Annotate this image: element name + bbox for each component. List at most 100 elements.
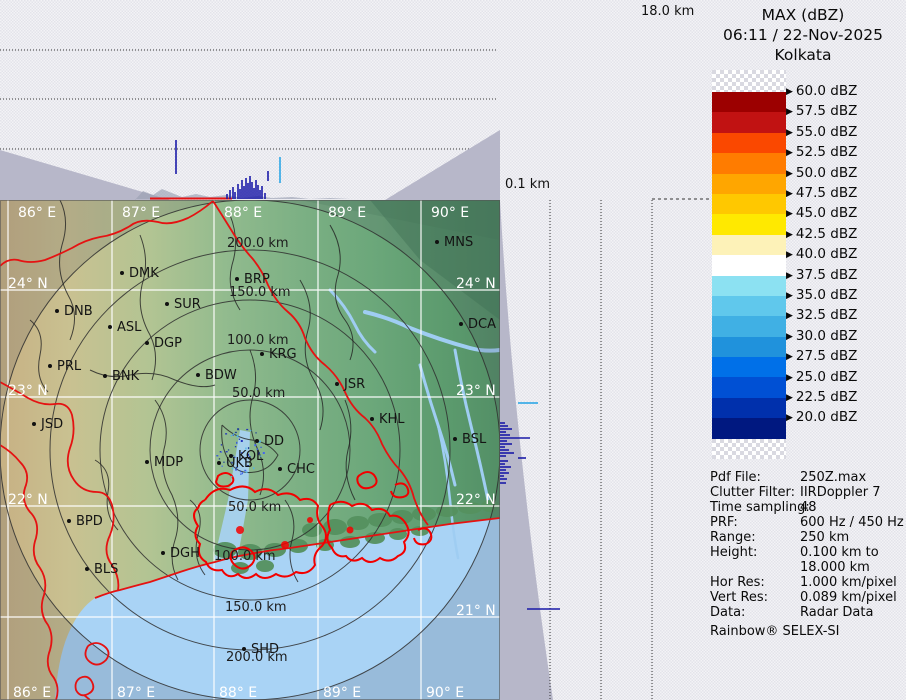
island: [389, 528, 407, 540]
station-label: KRG: [269, 347, 297, 362]
station-label: BDW: [205, 368, 237, 383]
station-label: DD: [264, 434, 284, 449]
range-ring-label: 100.0 km: [227, 333, 289, 348]
station-label: SHD: [251, 642, 279, 657]
legend-tick-arrow-icon: ▶: [786, 373, 793, 383]
station-marker: [145, 341, 149, 345]
station-marker: [165, 302, 169, 306]
legend-threshold-label: ▶22.5 dBZ: [786, 389, 906, 407]
station-marker: [85, 567, 89, 571]
meridian-label-bottom: 87° E: [117, 685, 155, 700]
legend-swatch: [712, 418, 786, 438]
clutter-dot: [226, 451, 228, 452]
echo-core: [347, 527, 354, 534]
legend-tick-arrow-icon: ▶: [786, 189, 793, 199]
legend-tick-arrow-icon: ▶: [786, 291, 793, 301]
meta-label: Hor Res:: [710, 575, 765, 590]
legend-threshold-label: ▶27.5 dBZ: [786, 348, 906, 366]
station-label: SUR: [174, 297, 201, 312]
meta-label: Clutter Filter:: [710, 485, 795, 500]
station-label: ASL: [117, 320, 142, 335]
height-axis-min-label: 0.1 km: [505, 177, 550, 192]
radar-map: 200.0 km150.0 km100.0 km50.0 km50.0 km10…: [0, 200, 500, 700]
station-label: UKB: [226, 456, 253, 471]
clutter-dot: [240, 471, 241, 472]
echo-core: [307, 517, 313, 523]
meta-label: PRF:: [710, 515, 738, 530]
parallel-label-left: 22° N: [8, 492, 48, 508]
meridian-label-top: 90° E: [431, 205, 469, 221]
legend-tick-arrow-icon: ▶: [786, 413, 793, 423]
meta-value: 250 km: [800, 530, 849, 545]
station-label: MNS: [444, 235, 473, 250]
legend-tick-arrow-icon: ▶: [786, 352, 793, 362]
meta-row: Vert Res:0.089 km/pixel: [710, 590, 906, 605]
clutter-dot: [225, 433, 227, 434]
legend-threshold-label: ▶37.5 dBZ: [786, 267, 906, 285]
clutter-dot: [260, 441, 261, 442]
legend-swatch: [712, 276, 786, 296]
legend-tick-arrow-icon: ▶: [786, 271, 793, 281]
range-ring-label: 50.0 km: [228, 500, 281, 515]
meta-row: 18.000 km: [710, 560, 906, 575]
legend-tick-arrow-icon: ▶: [786, 107, 793, 117]
legend-tick-arrow-icon: ▶: [786, 393, 793, 403]
legend-threshold-label: ▶45.0 dBZ: [786, 205, 906, 223]
meta-row: Hor Res:1.000 km/pixel: [710, 575, 906, 590]
island: [323, 519, 347, 535]
clutter-dot: [241, 440, 243, 442]
station-marker: [278, 467, 282, 471]
station-label: BRP: [244, 272, 270, 287]
station-marker: [260, 352, 264, 356]
clutter-dot: [246, 472, 248, 473]
clutter-dot: [250, 430, 251, 431]
legend-tick-arrow-icon: ▶: [786, 250, 793, 260]
meta-value: 0.089 km/pixel: [800, 590, 897, 605]
clutter-dot: [222, 466, 223, 467]
legend-tick-arrow-icon: ▶: [786, 87, 793, 97]
station-marker: [55, 309, 59, 313]
radar-display-screen: 200.0 km150.0 km100.0 km50.0 km50.0 km10…: [0, 0, 906, 700]
station-label: DCA: [468, 317, 496, 332]
legend-swatch: [712, 174, 786, 194]
meridian-label-bottom: 89° E: [323, 685, 361, 700]
station-label: PRL: [57, 359, 82, 374]
clutter-dot: [219, 458, 220, 459]
meridian-label-top: 88° E: [224, 205, 262, 221]
station-marker: [255, 439, 259, 443]
clutter-dot: [240, 474, 241, 475]
legend-threshold-label: ▶35.0 dBZ: [786, 287, 906, 305]
meta-value: 600 Hz / 450 Hz: [800, 515, 904, 530]
station-marker: [48, 364, 52, 368]
right-side-panel: [500, 200, 710, 700]
clutter-dot: [246, 429, 248, 430]
station-label: CHC: [287, 462, 315, 477]
meta-label: Time sampling:: [710, 500, 810, 515]
height-axis-max-label: 18.0 km: [641, 4, 694, 19]
meridian-label-bottom: 86° E: [13, 685, 51, 700]
legend-threshold-label: ▶50.0 dBZ: [786, 165, 906, 183]
station-label: DMK: [129, 266, 159, 281]
meta-value: 250Z.max: [800, 470, 866, 485]
range-ring-label: 150.0 km: [229, 285, 291, 300]
coverage-wedge-right: [385, 130, 500, 200]
meta-row: PRF: 600 Hz / 450 Hz: [710, 515, 906, 530]
parallel-label-right: 22° N: [456, 492, 496, 508]
station-marker: [235, 277, 239, 281]
legend-swatch: [712, 398, 786, 418]
station-label: DGP: [154, 336, 182, 351]
clutter-dot: [221, 444, 222, 445]
meta-row: Height:0.100 km to: [710, 545, 906, 560]
station-marker: [370, 417, 374, 421]
color-scale-bar: [712, 70, 786, 459]
software-brand: Rainbow® SELEX-SI: [710, 624, 906, 639]
legend-threshold-label: ▶52.5 dBZ: [786, 144, 906, 162]
meridian-label-bottom: 88° E: [219, 685, 257, 700]
product-metadata: Pdf File:250Z.maxClutter Filter:IIRDoppl…: [710, 470, 906, 639]
radar-site-name: Kolkata: [700, 45, 906, 65]
meridian-label-top: 89° E: [328, 205, 366, 221]
legend-swatch: [712, 337, 786, 357]
clutter-dot: [260, 447, 261, 448]
product-name: MAX (dBZ): [700, 5, 906, 25]
legend-swatch: [712, 92, 786, 112]
